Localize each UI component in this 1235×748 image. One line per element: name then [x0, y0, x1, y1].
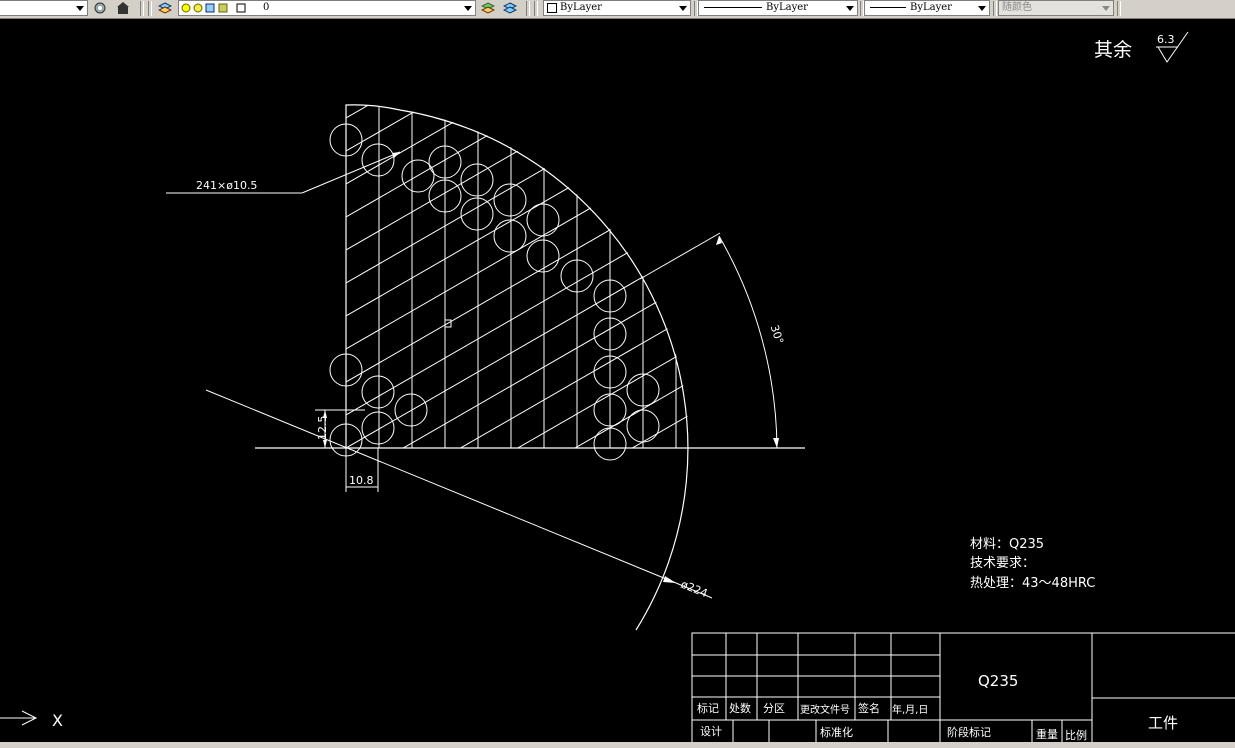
- hole-circle: [526, 239, 560, 273]
- linetype-value: ByLayer: [766, 2, 808, 13]
- hole-circle: [361, 375, 395, 409]
- hatch-line: [346, 441, 689, 448]
- color-combo[interactable]: ByLayer: [543, 0, 691, 16]
- color-swatch-icon: [236, 3, 246, 13]
- title-header-count: 处数: [729, 702, 751, 715]
- title-design: 设计: [700, 725, 722, 738]
- layer-combo[interactable]: 0: [178, 0, 476, 16]
- title-standardization: 标准化: [820, 725, 853, 739]
- note-material: 材料：Q235: [970, 537, 1044, 552]
- surface-finish-label: 其余: [1094, 39, 1132, 61]
- title-material: Q235: [978, 672, 1018, 690]
- print-icon: [218, 3, 228, 13]
- title-header-zone: 分区: [763, 702, 785, 715]
- lightbulb-icon: [181, 3, 191, 13]
- hole-circle: [493, 219, 527, 253]
- hatch-line: [346, 105, 689, 251]
- layer-name: 0: [263, 2, 270, 13]
- workspace-combo[interactable]: [0, 0, 88, 16]
- title-weight: 重量: [1036, 727, 1058, 741]
- drawing-canvas[interactable]: 241×ø10.5 30° ø224 12.5 10.8 其余 6.3 材料：Q…: [0, 18, 1235, 742]
- hole-circle: [460, 163, 494, 197]
- sun-icon: [193, 3, 203, 13]
- hatch-line: [346, 342, 689, 448]
- title-header-mark: 标记: [697, 701, 719, 715]
- angle-arrow-bottom: [773, 438, 779, 448]
- surface-finish-value: 6.3: [1157, 33, 1175, 46]
- angle-extension-line: [639, 232, 721, 280]
- properties-toolbar: 0 ByLayer ByLayer ByLayer 随颜色: [0, 0, 1235, 19]
- lineweight-value: ByLayer: [910, 2, 952, 13]
- color-swatch-icon: [547, 2, 557, 13]
- layer-previous-icon[interactable]: [503, 1, 517, 15]
- ucs-icon: [0, 710, 38, 726]
- callout-leader: [301, 151, 401, 194]
- gear-icon[interactable]: [93, 1, 107, 15]
- plotstyle-value: 随颜色: [1002, 2, 1032, 13]
- hatch-line: [346, 105, 689, 119]
- layout-tabs: [0, 742, 1235, 748]
- hatch-grid: [346, 18, 700, 448]
- sector-outline: [345, 104, 401, 448]
- hole-circle: [526, 203, 560, 237]
- hatch-line: [346, 144, 689, 350]
- title-part-name: 工件: [1148, 714, 1178, 732]
- hole-callout-text: 241×ø10.5: [196, 179, 257, 192]
- ucs-x-label: X: [52, 711, 63, 730]
- lock-icon: [205, 3, 215, 13]
- title-header-signature: 签名: [858, 701, 880, 715]
- title-scale: 比例: [1065, 728, 1087, 742]
- layers-icon[interactable]: [158, 1, 172, 15]
- angle-dimension-arc: [718, 235, 778, 449]
- color-value: ByLayer: [560, 2, 602, 13]
- title-stage: 阶段标记: [947, 725, 991, 739]
- dim-vertical-text: 12.5: [316, 416, 329, 441]
- dim-vertical-arrow-bottom: [323, 440, 327, 448]
- hatch-line: [346, 375, 689, 448]
- diameter-dimension-text: ø224: [679, 578, 710, 600]
- hatch-line: [346, 18, 700, 19]
- hatch-line: [346, 18, 700, 85]
- title-header-change-doc: 更改文件号: [800, 703, 850, 716]
- house-icon[interactable]: [116, 1, 130, 15]
- hatch-line: [346, 18, 700, 52]
- diameter-arrow: [663, 576, 676, 583]
- hatch-line: [346, 105, 689, 185]
- hatch-line: [346, 105, 689, 218]
- hatch-line: [346, 309, 689, 448]
- title-header-date: 年,月,日: [892, 703, 928, 716]
- note-heat-treatment: 热处理：43～48HRC: [970, 576, 1095, 591]
- hole-circle: [361, 411, 395, 445]
- hatch-line: [346, 408, 689, 448]
- layer-state-icon[interactable]: [481, 1, 495, 15]
- hatch-line: [346, 210, 689, 416]
- hole-circle: [361, 143, 395, 177]
- angle-dimension-text: 30°: [768, 323, 786, 346]
- note-requirements: 技术要求：: [970, 556, 1035, 571]
- dim-horizontal-text: 10.8: [349, 474, 374, 487]
- diameter-dimension-line: [205, 389, 677, 584]
- hatch-line: [346, 276, 689, 448]
- linetype-combo[interactable]: ByLayer: [698, 0, 858, 16]
- plotstyle-combo[interactable]: 随颜色: [998, 0, 1114, 16]
- hatch-line: [346, 105, 689, 152]
- lineweight-combo[interactable]: ByLayer: [864, 0, 990, 16]
